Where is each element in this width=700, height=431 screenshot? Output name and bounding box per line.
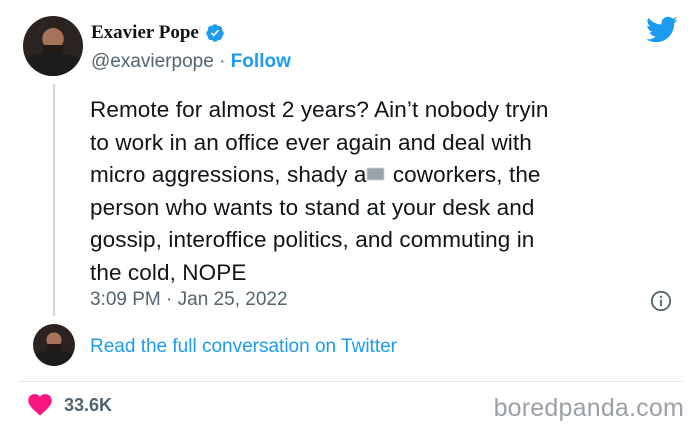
author-handle-row: @exavierpope · Follow <box>91 51 291 73</box>
author-avatar[interactable] <box>23 16 83 76</box>
handle-separator: · <box>213 51 231 72</box>
read-conversation-link[interactable]: Read the full conversation on Twitter <box>90 336 397 358</box>
tweet-timestamp[interactable]: 3:09 PM · Jan 25, 2022 <box>90 289 288 311</box>
thread-line <box>53 84 55 316</box>
like-action[interactable]: 33.6K <box>28 394 112 416</box>
twitter-bird-icon[interactable] <box>646 16 678 44</box>
like-count: 33.6K <box>64 394 113 415</box>
verified-badge-icon <box>206 24 224 42</box>
tweet-body: Remote for almost 2 years? Ain’t nobody … <box>90 94 690 289</box>
author-display-name[interactable]: Exavier Pope <box>91 22 199 44</box>
heart-icon[interactable] <box>28 394 52 416</box>
censor-blur <box>367 168 385 180</box>
divider <box>18 381 682 382</box>
author-name-row: Exavier Pope <box>91 22 225 44</box>
author-handle[interactable]: @exavierpope <box>91 51 214 72</box>
info-icon[interactable] <box>650 290 672 312</box>
follow-button[interactable]: Follow <box>231 51 291 72</box>
boredpanda-watermark: boredpanda.com <box>493 394 684 422</box>
conversation-avatar[interactable] <box>33 324 75 366</box>
